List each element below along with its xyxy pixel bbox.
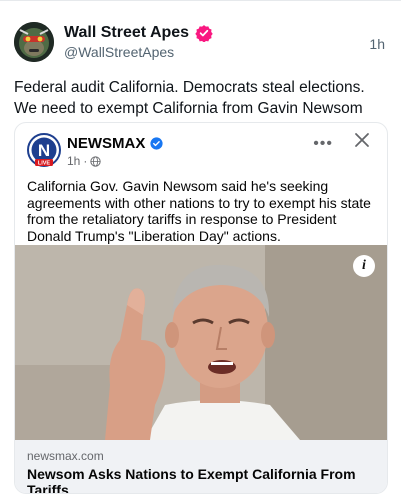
- source-row: NEWSMAX: [67, 135, 163, 152]
- post-text: Federal audit California. Democrats stea…: [14, 79, 365, 117]
- newsmax-logo[interactable]: N LIVE: [27, 133, 61, 167]
- source-timestamp[interactable]: 1h: [67, 154, 80, 168]
- author-name[interactable]: Wall Street Apes: [64, 24, 189, 42]
- close-icon[interactable]: [351, 129, 373, 151]
- globe-icon: [90, 155, 102, 167]
- link-title[interactable]: Newsom Asks Nations to Exempt California…: [27, 466, 387, 493]
- meta-separator: ·: [83, 154, 88, 168]
- top-divider: [0, 0, 401, 1]
- logo-live-badge: LIVE: [38, 161, 51, 167]
- author-handle[interactable]: @WallStreetApes: [64, 44, 174, 60]
- author-row: Wall Street Apes: [64, 24, 213, 42]
- photo-illustration: [15, 245, 387, 440]
- post-timestamp[interactable]: 1h: [369, 36, 385, 52]
- link-domain: newsmax.com: [27, 449, 104, 463]
- avatar-image: [14, 22, 54, 62]
- link-preview-image[interactable]: i: [15, 245, 387, 440]
- link-preview-footer[interactable]: newsmax.com Newsom Asks Nations to Exemp…: [15, 440, 387, 493]
- verified-badge-icon: [150, 137, 163, 150]
- embedded-post-card[interactable]: N LIVE NEWSMAX 1h · ••• California Gov. …: [14, 122, 388, 494]
- source-meta: 1h ·: [67, 154, 102, 168]
- logo-letter: N: [38, 141, 50, 160]
- verified-badge-icon: [195, 25, 213, 42]
- avatar[interactable]: [14, 22, 54, 62]
- info-icon[interactable]: i: [353, 255, 375, 277]
- more-options-icon[interactable]: •••: [313, 135, 333, 153]
- source-name[interactable]: NEWSMAX: [67, 135, 145, 152]
- embed-text: California Gov. Gavin Newsom said he's s…: [27, 178, 371, 244]
